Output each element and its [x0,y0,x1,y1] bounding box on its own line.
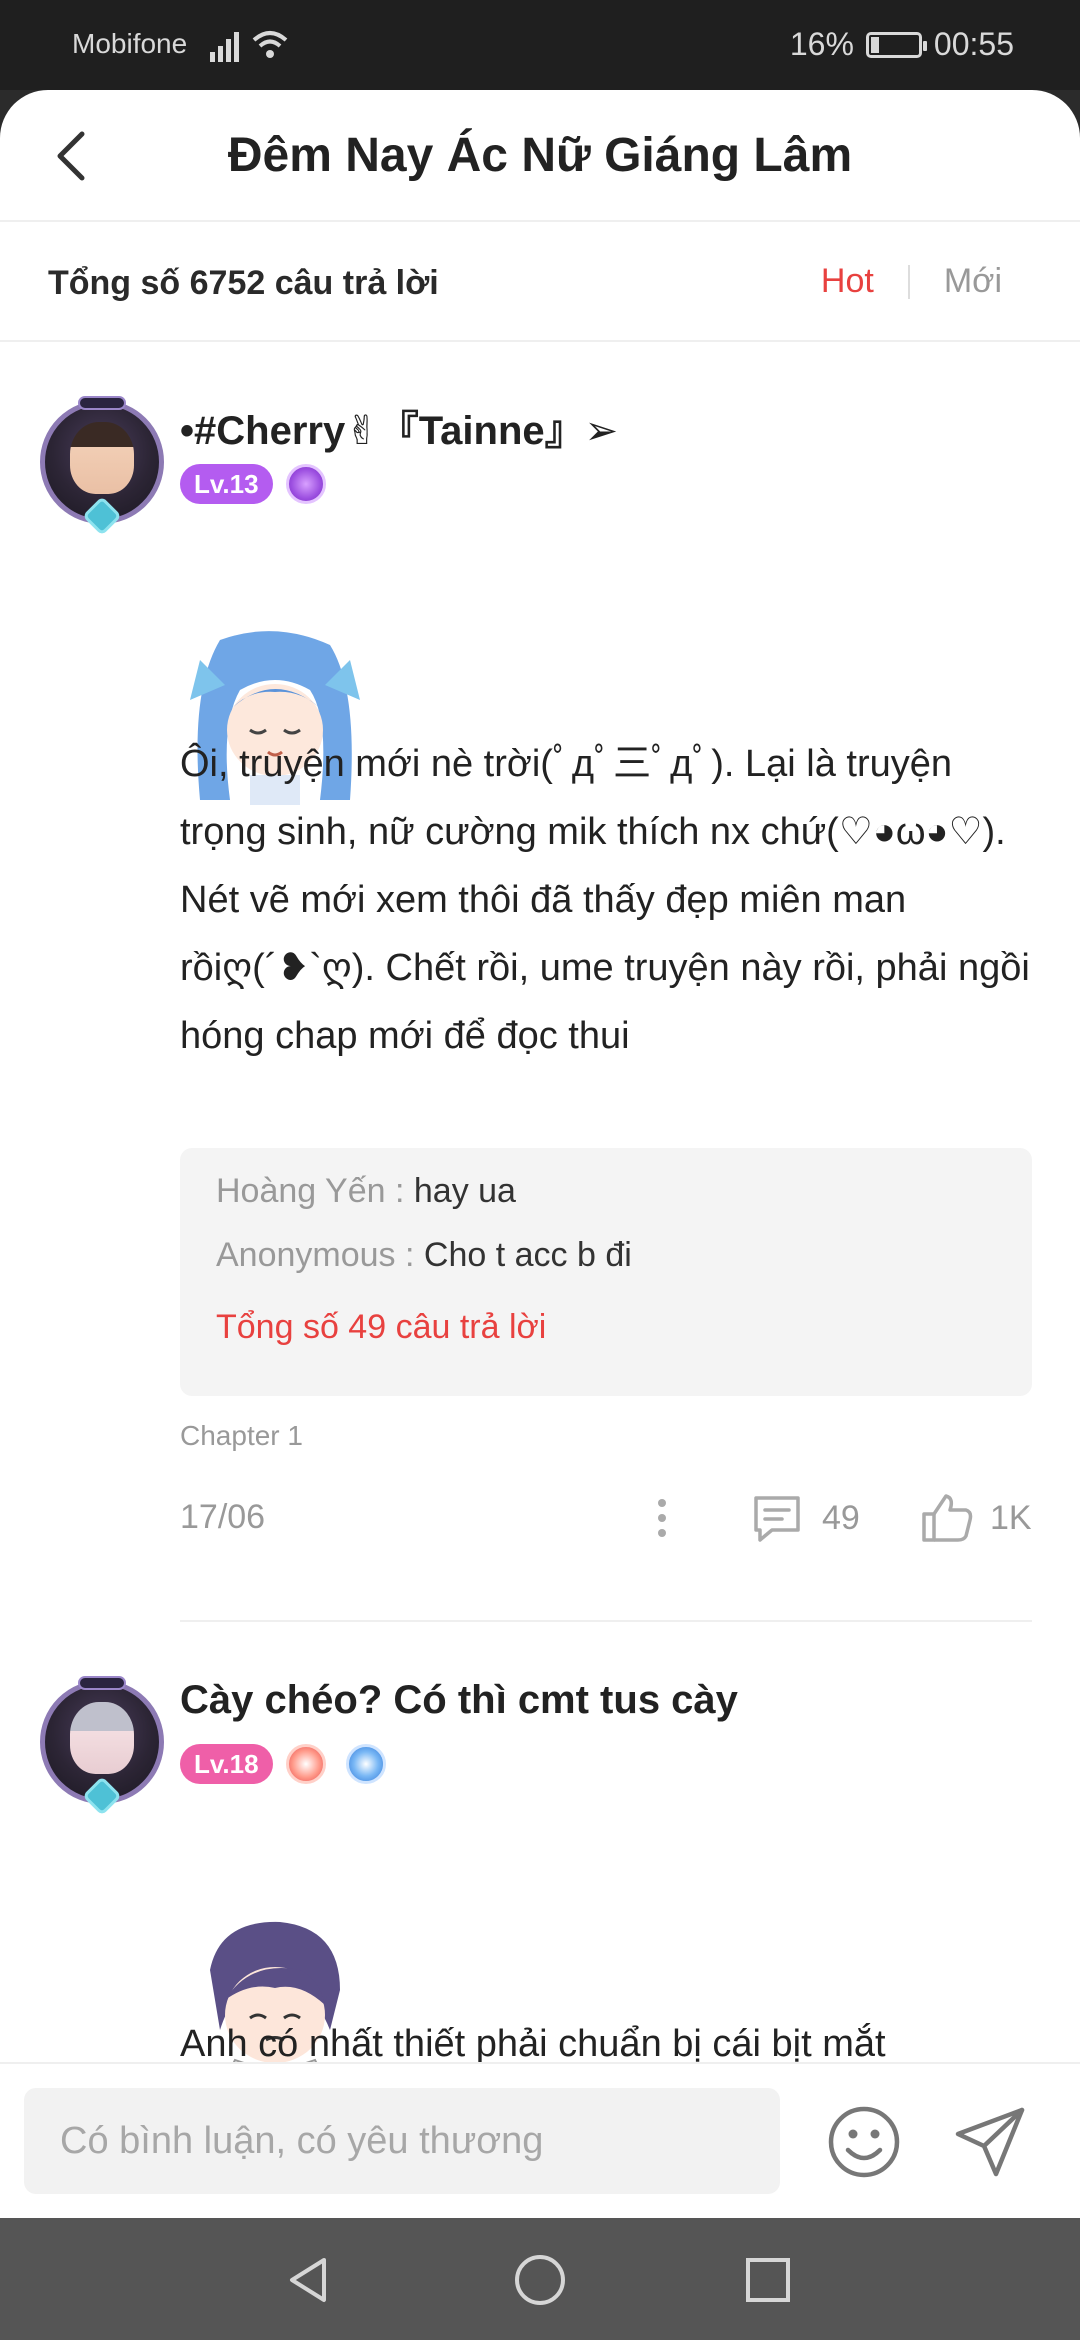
medal-icon [286,1744,326,1784]
thumbs-up-icon [922,1494,973,1542]
comment-divider [180,1620,1032,1622]
reply-author: Hoàng Yến : [216,1172,405,1210]
reply-count: 49 [822,1498,860,1537]
reply-item: Anonymous : Cho t acc b đi [216,1236,632,1275]
view-all-replies-link[interactable]: Tổng số 49 câu trả lời [216,1308,546,1347]
clock: 00:55 [933,26,1014,62]
triangle-back-icon [290,2258,326,2302]
wifi-icon [252,31,288,58]
reply-item: Hoàng Yến : hay ua [216,1172,516,1211]
comments-sheet: Đêm Nay Ác Nữ Giáng Lâm Tổng số 6752 câu… [0,90,1080,2218]
comment-actions: 17/06 49 1K [180,1488,1032,1548]
emoji-button[interactable] [826,2104,902,2180]
nav-recents-button[interactable] [736,2248,800,2312]
reply-author: Anonymous : [216,1236,415,1274]
square-recents-icon [746,2258,790,2302]
status-bar: Mobifone 16% 00:55 [0,0,1080,90]
avatar[interactable] [40,396,164,536]
avatar[interactable] [40,1676,164,1816]
battery-icon [865,31,927,58]
like-count: 1K [990,1498,1032,1537]
nav-home-button[interactable] [508,2248,572,2312]
comment-input[interactable] [24,2088,780,2194]
sort-hot-tab[interactable]: Hot [821,262,874,301]
reply-text: Cho t acc b đi [423,1236,632,1274]
comment-text: Ôi, truyện mới nè trời(ﾟдﾟ三ﾟдﾟ). Lại là … [180,743,1030,1057]
sort-divider [907,264,910,299]
chapter-label: Chapter 1 [180,1420,303,1451]
medal-icon [346,1744,386,1784]
comments-summary: Tổng số 6752 câu trả lời Hot Mới [0,224,1080,342]
total-comments: Tổng số 6752 câu trả lời [48,264,439,302]
reply-text: hay ua [413,1172,516,1210]
header: Đêm Nay Ác Nữ Giáng Lâm [0,90,1080,222]
username[interactable]: Cày chéo? Có thì cmt tus cày [180,1678,738,1723]
comment-input-bar [0,2062,1080,2218]
sort-tabs: Hot Mới [821,262,1002,301]
nav-back-button[interactable] [276,2248,340,2312]
circle-home-icon [515,2255,565,2305]
username[interactable]: •#Cherry✌『Tainne』➢ [180,398,618,456]
level-badge: Lv.18 [180,1744,273,1784]
sort-new-tab[interactable]: Mới [944,262,1002,301]
system-nav-bar [0,2218,1080,2340]
status-right: 16% 00:55 [790,26,1014,63]
battery-percent: 16% [789,26,854,62]
carrier-name: Mobifone [72,28,188,59]
send-button[interactable] [952,2104,1028,2180]
like-button[interactable]: 1K [920,1488,1032,1548]
page-title: Đêm Nay Ác Nữ Giáng Lâm [227,129,853,182]
smiley-icon [828,2106,900,2178]
signal-icon [210,32,239,62]
comment-date: 17/06 [180,1498,266,1536]
level-badge: Lv.13 [180,464,273,504]
medal-icon [286,464,326,504]
replies-preview[interactable]: Hoàng Yến : hay ua Anonymous : Cho t acc… [180,1148,1032,1396]
reply-button[interactable]: 49 [750,1488,860,1548]
send-icon [955,2107,1025,2177]
more-options-button[interactable] [642,1488,682,1548]
chat-bubble-icon [754,1496,800,1542]
